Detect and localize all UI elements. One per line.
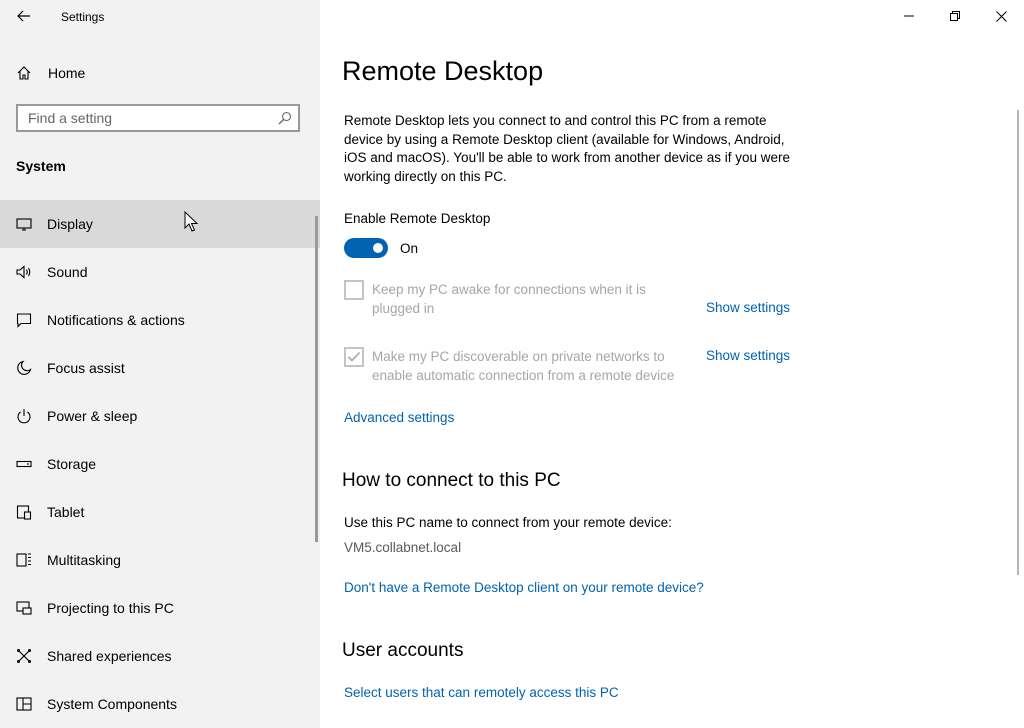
home-nav-item[interactable]: Home: [0, 57, 320, 89]
mouse-pointer-icon: [184, 211, 198, 232]
keep-awake-checkbox[interactable]: [344, 280, 364, 300]
discoverable-label: Make my PC discoverable on private netwo…: [372, 349, 675, 383]
sidebar-item-display[interactable]: Display: [0, 200, 320, 248]
back-button[interactable]: [10, 4, 38, 28]
sidebar-item-notifications[interactable]: Notifications & actions: [0, 296, 320, 344]
titlebar: Settings: [0, 0, 320, 34]
sidebar-item-system-components[interactable]: System Components: [0, 680, 320, 728]
section-label: System: [16, 158, 66, 174]
home-icon: [17, 66, 31, 80]
search-box[interactable]: [16, 104, 300, 132]
discoverable-show-settings-link[interactable]: Show settings: [706, 348, 790, 363]
sidebar-item-label: Power & sleep: [47, 408, 138, 424]
page-title: Remote Desktop: [342, 56, 544, 86]
sidebar-item-label: Multitasking: [47, 552, 121, 568]
advanced-settings-link[interactable]: Advanced settings: [344, 410, 454, 425]
sidebar-item-tablet[interactable]: Tablet: [0, 488, 320, 536]
sidebar-item-label: Sound: [47, 264, 88, 280]
app-title: Settings: [61, 10, 105, 24]
multitasking-icon: [16, 553, 31, 567]
search-input[interactable]: [28, 109, 268, 127]
search-icon[interactable]: [278, 111, 292, 125]
toggle-state-label: On: [400, 241, 419, 256]
storage-icon: [16, 460, 32, 468]
sidebar-item-label: Tablet: [47, 504, 85, 520]
monitor-icon: [16, 218, 32, 231]
enable-remote-desktop-toggle[interactable]: [344, 238, 388, 258]
enable-remote-desktop-label: Enable Remote Desktop: [344, 211, 491, 226]
sidebar-item-label: Focus assist: [47, 360, 125, 376]
sidebar-item-projecting[interactable]: Projecting to this PC: [0, 584, 320, 632]
connect-heading: How to connect to this PC: [342, 470, 561, 491]
sidebar-item-focus-assist[interactable]: Focus assist: [0, 344, 320, 392]
pc-name-value: VM5.collabnet.local: [344, 540, 462, 555]
moon-icon: [17, 360, 32, 375]
speaker-icon: [16, 265, 31, 279]
tablet-icon: [16, 505, 32, 520]
components-icon: [16, 697, 32, 711]
sidebar-item-shared-experiences[interactable]: Shared experiences: [0, 632, 320, 680]
shared-icon: [17, 649, 31, 663]
keep-awake-label: Keep my PC awake for connections when it…: [372, 282, 646, 316]
toggle-knob: [373, 243, 383, 253]
sidebar-item-multitasking[interactable]: Multitasking: [0, 536, 320, 584]
description-text: Remote Desktop lets you connect to and c…: [344, 113, 791, 184]
back-arrow-icon: [17, 10, 30, 22]
sidebar-item-power-sleep[interactable]: Power & sleep: [0, 392, 320, 440]
projecting-icon: [16, 601, 32, 615]
sidebar-item-label: Display: [47, 216, 93, 232]
sidebar-item-label: Projecting to this PC: [47, 600, 174, 616]
user-accounts-heading: User accounts: [342, 640, 464, 661]
sidebar-item-sound[interactable]: Sound: [0, 248, 320, 296]
sidebar-item-label: Notifications & actions: [47, 312, 185, 328]
nav-list: Display Sound Notifications & actions Fo…: [0, 200, 320, 728]
sidebar-item-label: Shared experiences: [47, 648, 172, 664]
discoverable-checkbox[interactable]: [344, 347, 364, 367]
main-scrollbar[interactable]: [1017, 110, 1019, 575]
keep-awake-show-settings-link[interactable]: Show settings: [706, 300, 790, 315]
home-label: Home: [48, 65, 86, 81]
power-icon: [17, 409, 31, 424]
connect-instructions: Use this PC name to connect from your re…: [344, 515, 672, 530]
select-users-link[interactable]: Select users that can remotely access th…: [344, 685, 619, 700]
sidebar-item-label: System Components: [47, 696, 177, 712]
sidebar-scrollbar[interactable]: [315, 216, 318, 542]
sidebar-item-label: Storage: [47, 456, 97, 472]
notification-icon: [16, 313, 32, 328]
sidebar-item-storage[interactable]: Storage: [0, 440, 320, 488]
client-download-link[interactable]: Don't have a Remote Desktop client on yo…: [344, 580, 704, 595]
sidebar: Settings Home System Display Sound: [0, 0, 320, 728]
main-content: Remote Desktop Remote Desktop lets you c…: [320, 0, 1024, 728]
checkmark-icon: [347, 351, 361, 362]
